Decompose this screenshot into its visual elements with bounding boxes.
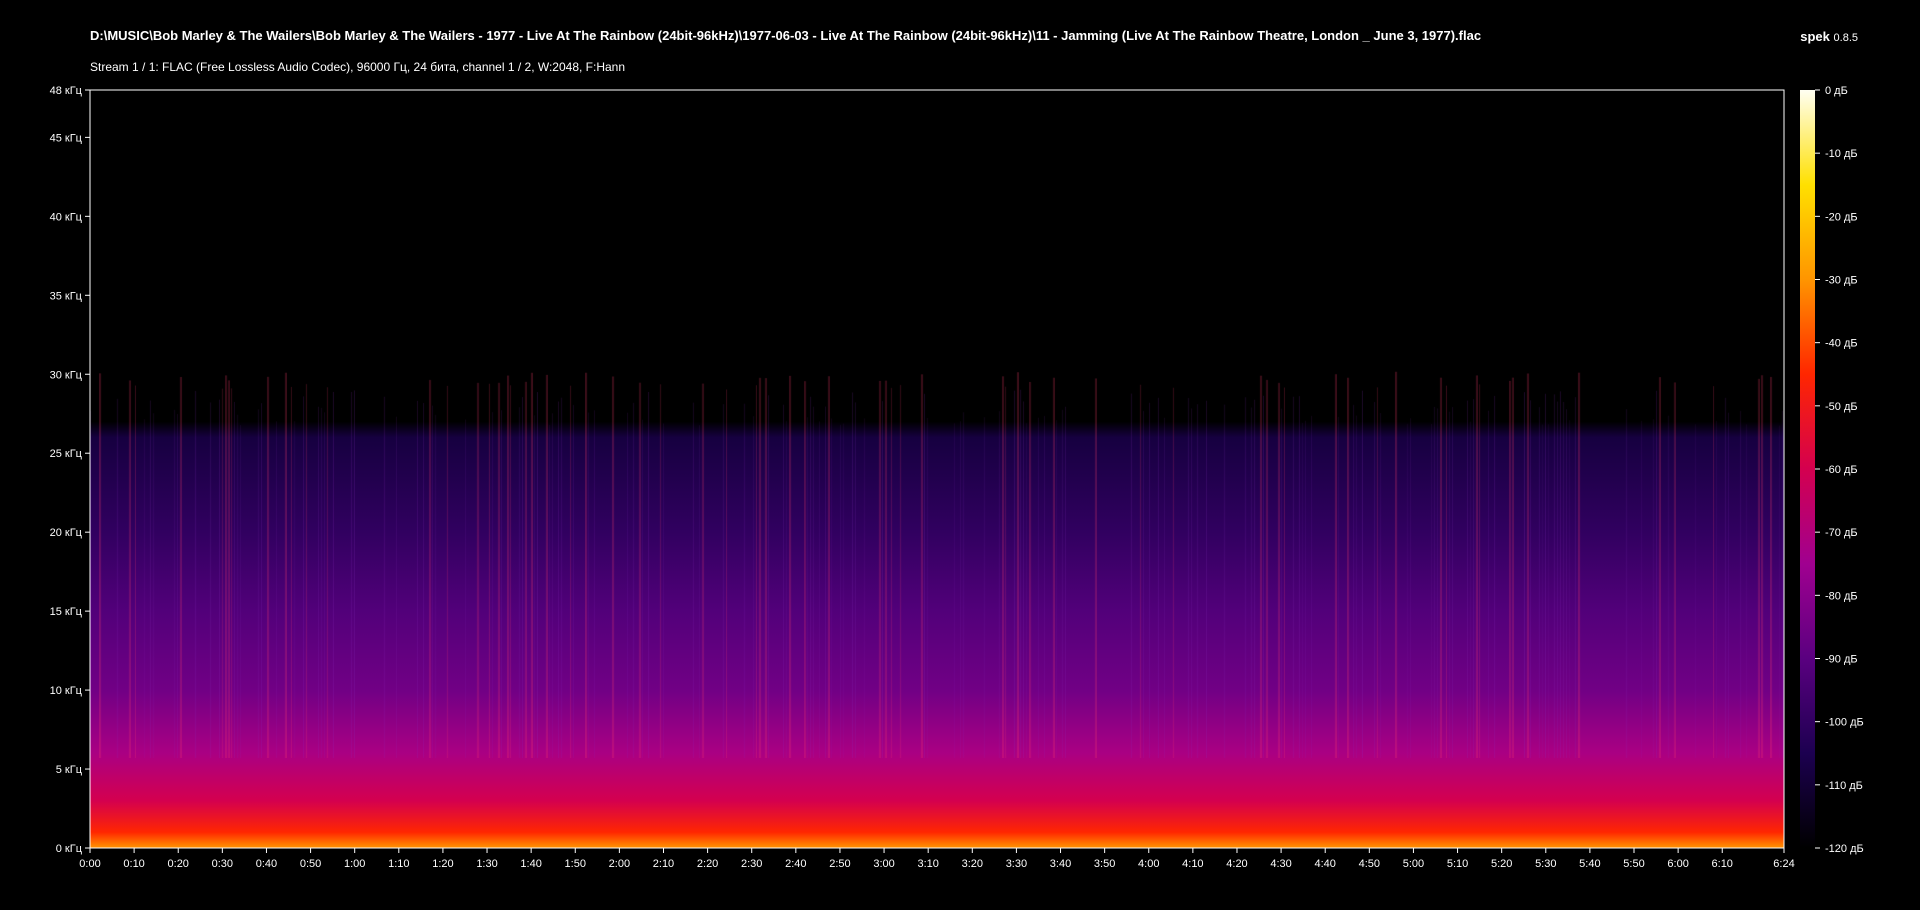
x-tick-label: 1:20 [432,858,453,870]
x-tick-label: 5:20 [1491,858,1512,870]
colorbar-tick-label: -90 дБ [1825,654,1858,666]
colorbar-tick-label: -10 дБ [1825,148,1858,160]
colorbar-tick-label: -80 дБ [1825,590,1858,602]
y-tick-label: 0 кГц [56,843,83,855]
y-tick-label: 45 кГц [50,132,83,144]
x-tick-label: 1:40 [520,858,541,870]
x-tick-label: 0:50 [300,858,321,870]
x-tick-label: 5:10 [1447,858,1468,870]
colorbar-tick-label: -50 дБ [1825,401,1858,413]
x-tick-label: 5:30 [1535,858,1556,870]
x-tick-label: 0:40 [256,858,277,870]
x-tick-label: 6:10 [1712,858,1733,870]
spectrum-transients [90,90,1784,848]
x-tick-label: 4:00 [1138,858,1159,870]
colorbar-tick-label: -60 дБ [1825,464,1858,476]
y-tick-label: 30 кГц [50,369,83,381]
colorbar-tick-label: -70 дБ [1825,527,1858,539]
x-tick-label: 0:30 [212,858,233,870]
y-tick-label: 25 кГц [50,448,83,460]
x-tick-label: 1:50 [565,858,586,870]
y-tick-label: 48 кГц [50,85,83,97]
x-tick-label: 3:00 [873,858,894,870]
x-tick-label: 2:30 [741,858,762,870]
x-tick-label: 2:00 [609,858,630,870]
colorbar-tick-label: -40 дБ [1825,338,1858,350]
colorbar-axis: 0 дБ -10 дБ -20 дБ -30 дБ -40 дБ -50 дБ -60 дБ… [1815,85,1864,855]
y-tick-label: 40 кГц [50,211,83,223]
x-tick-label: 4:20 [1226,858,1247,870]
x-tick-label: 3:30 [1006,858,1027,870]
x-tick-label: 2:10 [653,858,674,870]
x-tick-label: 4:30 [1270,858,1291,870]
x-tick-label: 4:10 [1182,858,1203,870]
x-tick-label: 0:20 [168,858,189,870]
x-tick-label: 6:24 [1773,858,1794,870]
x-tick-label: 3:10 [917,858,938,870]
x-axis: 0:00 0:10 0:20 0:30 0:40 0:50 1:00 1:10 1:20 1:30… [79,848,1795,870]
colorbar-tick-label: -100 дБ [1825,717,1864,729]
x-tick-label: 3:50 [1094,858,1115,870]
x-tick-label: 5:50 [1623,858,1644,870]
colorbar-tick-label: -30 дБ [1825,275,1858,287]
x-tick-label: 0:00 [79,858,100,870]
x-tick-label: 5:40 [1579,858,1600,870]
x-tick-label: 1:00 [344,858,365,870]
y-tick-label: 15 кГц [50,606,83,618]
x-tick-label: 3:40 [1050,858,1071,870]
colorbar-tick-label: -20 дБ [1825,211,1858,223]
colorbar [1800,90,1815,848]
x-tick-label: 4:40 [1314,858,1335,870]
x-tick-label: 0:10 [123,858,144,870]
colorbar-tick-label: -110 дБ [1825,780,1863,792]
y-axis: 0 кГц 5 кГц 10 кГц 15 кГц 20 кГц 25 кГц 30 кГц… [50,85,90,855]
x-tick-label: 3:20 [962,858,983,870]
x-tick-label: 2:40 [785,858,806,870]
y-tick-label: 5 кГц [56,764,83,776]
colorbar-tick-label: -120 дБ [1825,843,1864,855]
x-tick-label: 2:20 [697,858,718,870]
x-tick-label: 1:10 [388,858,409,870]
y-tick-label: 20 кГц [50,527,83,539]
y-tick-label: 35 кГц [50,290,83,302]
x-tick-label: 1:30 [476,858,497,870]
x-tick-label: 5:00 [1403,858,1424,870]
colorbar-tick-label: 0 дБ [1825,85,1848,97]
y-tick-label: 10 кГц [50,685,83,697]
x-tick-label: 6:00 [1667,858,1688,870]
x-tick-label: 4:50 [1359,858,1380,870]
x-tick-label: 2:50 [829,858,850,870]
spectrogram-chart: 0:00 0:10 0:20 0:30 0:40 0:50 1:00 1:10 1:20 1:30… [50,85,1864,870]
